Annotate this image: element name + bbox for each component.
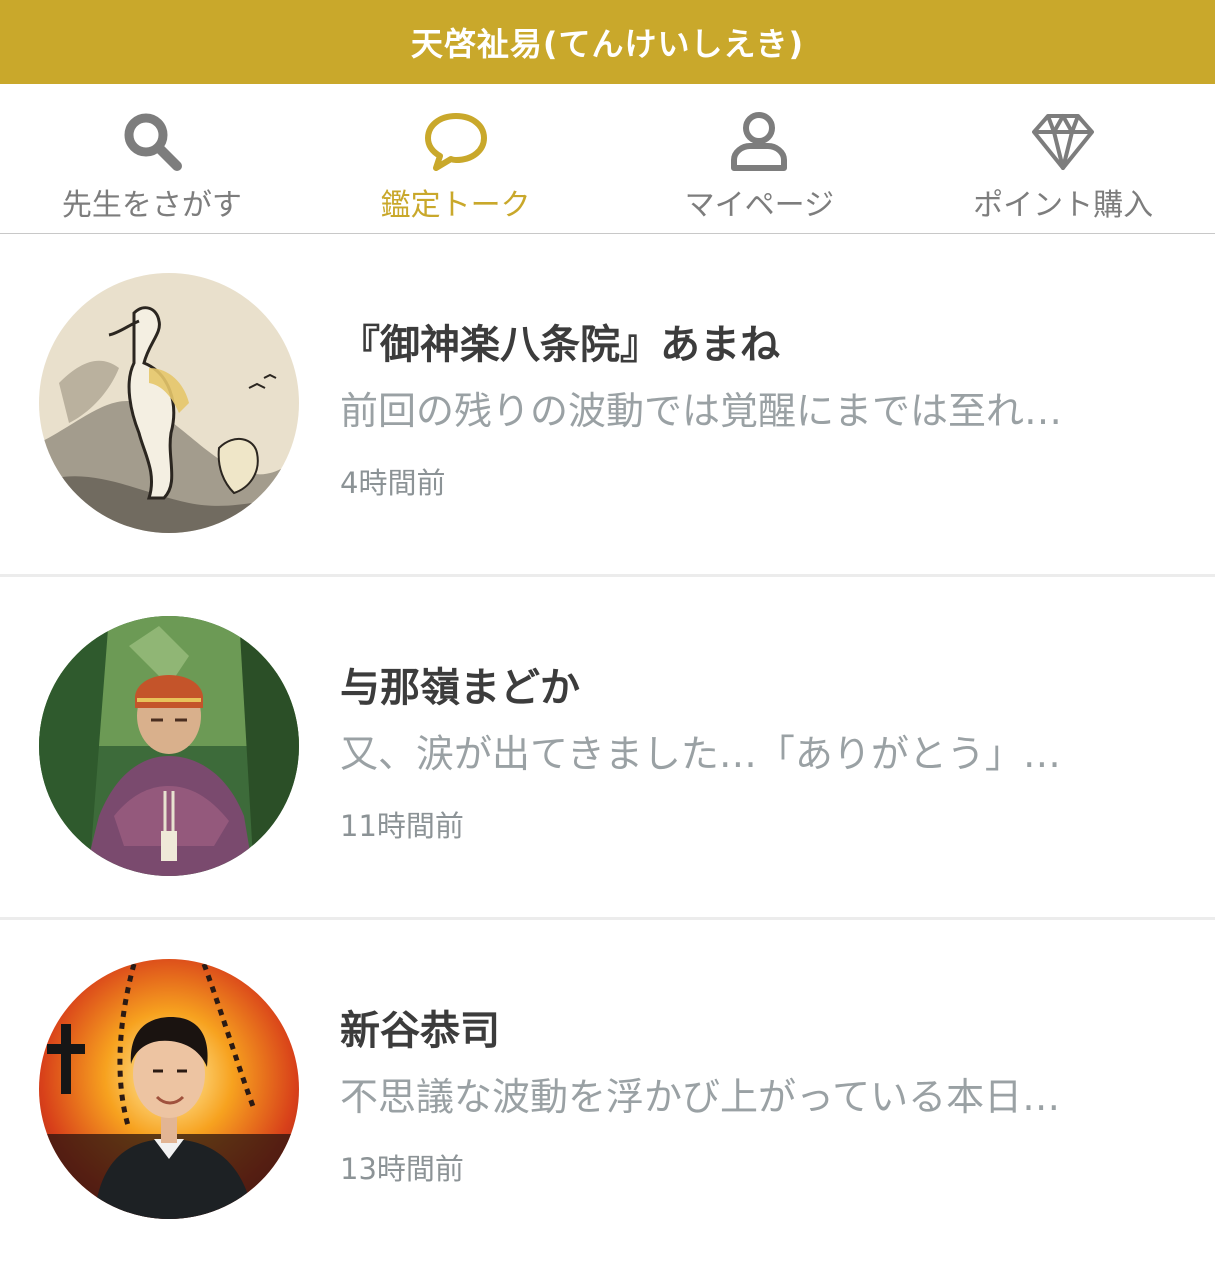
diamond-icon [1030,108,1096,174]
message-time: 11時間前 [340,809,464,843]
user-icon [726,108,792,174]
conversation-list: 『御神楽八条院』あまね 前回の残りの波動では覚醒にまでは至れ… 4時間前 与那嶺… [0,234,1215,1263]
nav-tab-mypage-label: マイページ [684,188,835,223]
chat-bubble-icon [423,108,489,174]
app-title: 天啓祉易(てんけいしえき) [410,25,805,63]
message-preview: 不思議な波動を浮かび上がっている本日… [340,1075,1061,1119]
nav-tab-mypage[interactable]: マイページ [608,84,912,233]
message-preview: 又、涙が出てきました…「ありがとう」… [340,732,1061,776]
search-icon [119,108,185,174]
app-header: 天啓祉易(てんけいしえき) [0,0,1215,84]
message-preview: 前回の残りの波動では覚醒にまでは至れ… [340,389,1063,433]
counselor-name: 新谷恭司 [340,1008,500,1054]
counselor-name: 『御神楽八条院』あまね [340,322,780,368]
nav-tab-talk[interactable]: 鑑定トーク [304,84,608,233]
avatar [39,616,299,876]
nav-tab-search[interactable]: 先生をさがす [0,84,304,233]
message-time: 13時間前 [340,1152,464,1186]
conversation-item[interactable]: 『御神楽八条院』あまね 前回の残りの波動では覚醒にまでは至れ… 4時間前 [0,234,1215,577]
counselor-name: 与那嶺まどか [340,665,580,711]
avatar [39,273,299,533]
nav-tab-talk-label: 鑑定トーク [380,188,531,223]
nav-bar: 先生をさがす 鑑定トーク マイページ ポイント購入 [0,84,1215,234]
nav-tab-search-label: 先生をさがす [61,188,242,223]
conversation-item[interactable]: 与那嶺まどか 又、涙が出てきました…「ありがとう」… 11時間前 [0,577,1215,920]
nav-tab-points-label: ポイント購入 [973,188,1154,223]
avatar [39,959,299,1219]
message-time: 4時間前 [340,466,446,500]
nav-tab-points[interactable]: ポイント購入 [911,84,1215,233]
